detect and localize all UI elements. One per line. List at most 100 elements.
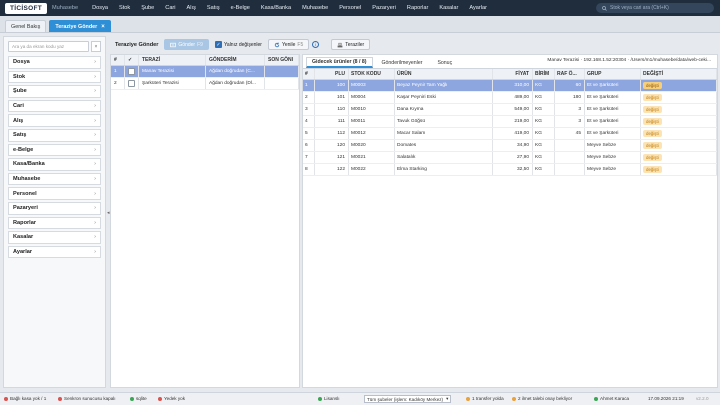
col-header-product[interactable]: ÜRÜN	[395, 69, 493, 79]
col-header-stock-code[interactable]: STOK KODU	[349, 69, 395, 79]
chevron-right-icon: ›	[94, 176, 96, 183]
col-header-plu[interactable]: PLU	[315, 69, 349, 79]
table-row[interactable]: 4 111 M0011 Tavuk Göğsü 219,00 KG 3 Et ve Şarkü…	[303, 116, 717, 128]
table-row[interactable]: 7 121 M0021 Salatalık 27,90 KG Meyve Sebze deği…	[303, 152, 717, 164]
cell-unit: KG	[533, 104, 555, 115]
table-row[interactable]: 2 Şarküteri Terazisi Ağdan doğrudan (Dl.…	[111, 78, 299, 90]
status-user[interactable]: Ahmet Karaca	[594, 396, 629, 401]
sidebar-item-label: Alış	[13, 117, 24, 124]
cell-shelf: 45	[555, 128, 585, 139]
sidebar-item-raporlar[interactable]: Raporlar ›	[8, 216, 101, 230]
sidebar-item-muhasebe[interactable]: Muhasebe ›	[8, 172, 101, 186]
col-header-shelf[interactable]: RAF Ö...	[555, 69, 585, 79]
send-button[interactable]: Gönder F9	[164, 39, 209, 50]
cell-group: Et ve Şarküteri	[585, 104, 641, 115]
menu-personel[interactable]: Personel	[339, 5, 361, 11]
global-search-input[interactable]: Stok veya cari ara (Ctrl+K)	[596, 3, 714, 13]
table-row[interactable]: 8 122 M0022 Elma Starking 32,50 KG Meyve Sebze…	[303, 164, 717, 176]
chevron-right-icon: ›	[94, 190, 96, 197]
search-icon	[602, 5, 607, 11]
page-title: Teraziye Gönder	[115, 41, 159, 48]
sidebar-clear-button[interactable]: ×	[91, 41, 101, 52]
close-icon[interactable]: ×	[101, 24, 105, 30]
cell-plu: 100	[315, 80, 349, 91]
table-row[interactable]: 3 110 M0010 Dana Kıyma 549,00 KG 3 Et ve Şarküt…	[303, 104, 717, 116]
tab-genel-bakis[interactable]: Genel Bakış	[5, 20, 47, 32]
tab-not-sent[interactable]: Gönderilmeyenler	[376, 57, 429, 68]
refresh-icon	[274, 42, 280, 47]
sidebar-item-stok[interactable]: Stok ›	[8, 70, 101, 84]
sidebar-item-alis[interactable]: Alış ›	[8, 114, 101, 127]
sidebar-item-ayarlar[interactable]: Ayarlar ›	[8, 245, 101, 259]
menu-stok[interactable]: Stok	[119, 5, 130, 11]
menu-alis[interactable]: Alış	[187, 5, 196, 11]
col-header-scale[interactable]: TERAZİ	[139, 55, 206, 65]
sidebar-item-label: Satış	[13, 132, 27, 139]
app-logo[interactable]: TİCİSOFT	[5, 2, 48, 14]
menu-kasalar[interactable]: Kasalar	[439, 5, 458, 11]
main-menu: Dosya Stok Şube Cari Alış Satış e-Belge …	[92, 5, 487, 11]
status-badge: değişti	[643, 142, 662, 149]
sidebar-item-kasalar[interactable]: Kasalar ›	[8, 231, 101, 244]
checkbox-icon	[128, 80, 135, 87]
menu-raporlar[interactable]: Raporlar	[407, 5, 428, 11]
table-row[interactable]: 2 101 M0004 Kaşar Peyniri Eski 489,00 KG 180 Et…	[303, 92, 717, 104]
menu-pazaryeri[interactable]: Pazaryeri	[372, 5, 396, 11]
sidebar-item-dosya[interactable]: Dosya ›	[8, 56, 101, 69]
menu-ebelge[interactable]: e-Belge	[231, 5, 250, 11]
menu-kasa-banka[interactable]: Kasa/Banka	[261, 5, 291, 11]
status-transfer[interactable]: 1 transfer yolda	[466, 396, 504, 401]
menu-ayarlar[interactable]: Ayarlar	[469, 5, 487, 11]
scales-button[interactable]: Teraziler	[331, 39, 371, 50]
col-header-last-sent[interactable]: SON GÖNI	[265, 55, 299, 65]
table-row[interactable]: 1 100 M0003 Beyaz Peynir Tam Yağlı 310,00 KG 6…	[303, 80, 717, 92]
cell-plu: 112	[315, 128, 349, 139]
status-badge: değişti	[643, 106, 662, 113]
branch-select[interactable]: Tüm şubeler (işlem: Kadıköy Merkez) ▾	[364, 395, 452, 403]
sidebar-item-pazaryeri[interactable]: Pazaryeri ›	[8, 201, 101, 215]
status-pending[interactable]: 2 ilmet talebi onay bekliyor	[512, 396, 572, 401]
menu-satis[interactable]: Satış	[207, 5, 220, 11]
col-header-group[interactable]: GRUP	[585, 69, 641, 79]
chevron-right-icon: ›	[94, 103, 96, 110]
table-row[interactable]: 5 112 M0012 Macar Salam 419,00 KG 45 Et ve Şark…	[303, 128, 717, 140]
row-checkbox[interactable]	[125, 66, 139, 77]
cell-code: M0003	[349, 80, 395, 91]
cell-code: M0022	[349, 164, 395, 175]
col-header-changed[interactable]: DEĞİŞTİ	[641, 69, 717, 79]
refresh-button[interactable]: Yenile F5	[267, 39, 310, 50]
col-header-unit[interactable]: BİRİM	[533, 69, 555, 79]
global-search-placeholder: Stok veya cari ara (Ctrl+K)	[610, 5, 669, 11]
info-icon[interactable]: i	[312, 41, 320, 48]
menu-dosya[interactable]: Dosya	[92, 5, 108, 11]
tab-outgoing-products[interactable]: Gidecek ürünler (8 / 8)	[306, 57, 373, 68]
sidebar-item-kasa-banka[interactable]: Kasa/Banka ›	[8, 158, 101, 171]
status-server: Senkron sunucusu kapalı	[58, 396, 116, 401]
tab-result[interactable]: Sonuç	[431, 57, 458, 68]
cell-group: Et ve Şarküteri	[585, 116, 641, 127]
row-last-sent	[265, 78, 299, 89]
cell-plu: 122	[315, 164, 349, 175]
refresh-shortcut: F5	[297, 41, 304, 48]
menu-muhasebe[interactable]: Muhasebe	[302, 5, 328, 11]
sidebar-item-satis[interactable]: Satış ›	[8, 128, 101, 142]
cell-no: 3	[303, 104, 315, 115]
tab-teraziye-gonder[interactable]: Teraziye Gönder ×	[49, 20, 111, 32]
cell-price: 549,00	[493, 104, 533, 115]
sidebar-search: Ara ya da ekran kodu yaz ×	[8, 41, 101, 52]
menu-sube[interactable]: Şube	[141, 5, 154, 11]
sidebar-item-sube[interactable]: Şube ›	[8, 85, 101, 98]
sidebar-search-input[interactable]: Ara ya da ekran kodu yaz	[8, 41, 89, 52]
row-checkbox[interactable]	[125, 78, 139, 89]
sidebar-item-cari[interactable]: Cari ›	[8, 99, 101, 113]
sidebar-item-ebelge[interactable]: e-Belge ›	[8, 143, 101, 157]
only-changed-checkbox[interactable]: ✓ Yalnız değişenler	[214, 41, 262, 48]
sidebar-item-personel[interactable]: Personel ›	[8, 187, 101, 200]
col-header-price[interactable]: FİYAT	[493, 69, 533, 79]
menu-cari[interactable]: Cari	[165, 5, 175, 11]
table-row[interactable]: 1 Manav Terazisi Ağdan doğrudan (C...	[111, 66, 299, 78]
cell-changed: değişti	[641, 92, 717, 103]
col-header-send[interactable]: GÖNDERİM	[206, 55, 265, 65]
cell-no: 2	[303, 92, 315, 103]
table-row[interactable]: 6 120 M0020 Domates 34,90 KG Meyve Sebze değişt…	[303, 140, 717, 152]
